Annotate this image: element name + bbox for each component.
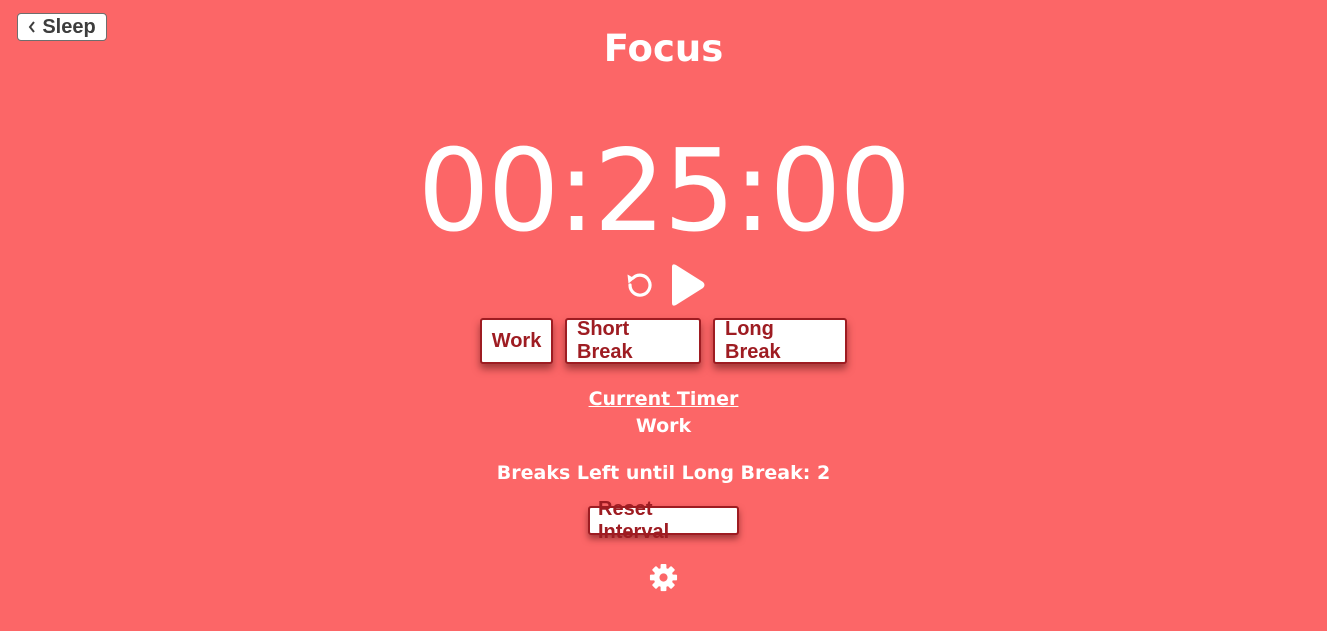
- settings-button[interactable]: [648, 562, 679, 597]
- current-timer-value: Work: [635, 415, 692, 437]
- gear-icon: [648, 562, 679, 597]
- reset-interval-button[interactable]: Reset Interval: [588, 498, 739, 543]
- short-break-mode-button[interactable]: Short Break: [565, 318, 701, 364]
- timer-display: 00:25:00: [417, 125, 912, 257]
- mode-buttons: Work Short Break Long Break: [0, 318, 1327, 364]
- page-title: Focus: [603, 27, 724, 70]
- restart-button[interactable]: [621, 267, 657, 307]
- long-break-mode-button[interactable]: Long Break: [713, 318, 847, 364]
- play-button[interactable]: [667, 263, 707, 311]
- play-icon: [667, 263, 707, 311]
- restart-icon: [621, 267, 657, 307]
- work-mode-button[interactable]: Work: [480, 318, 553, 364]
- breaks-left-text: Breaks Left until Long Break: 2: [496, 462, 831, 484]
- current-timer-label[interactable]: Current Timer: [0, 388, 1327, 410]
- timer-controls: [0, 263, 1327, 311]
